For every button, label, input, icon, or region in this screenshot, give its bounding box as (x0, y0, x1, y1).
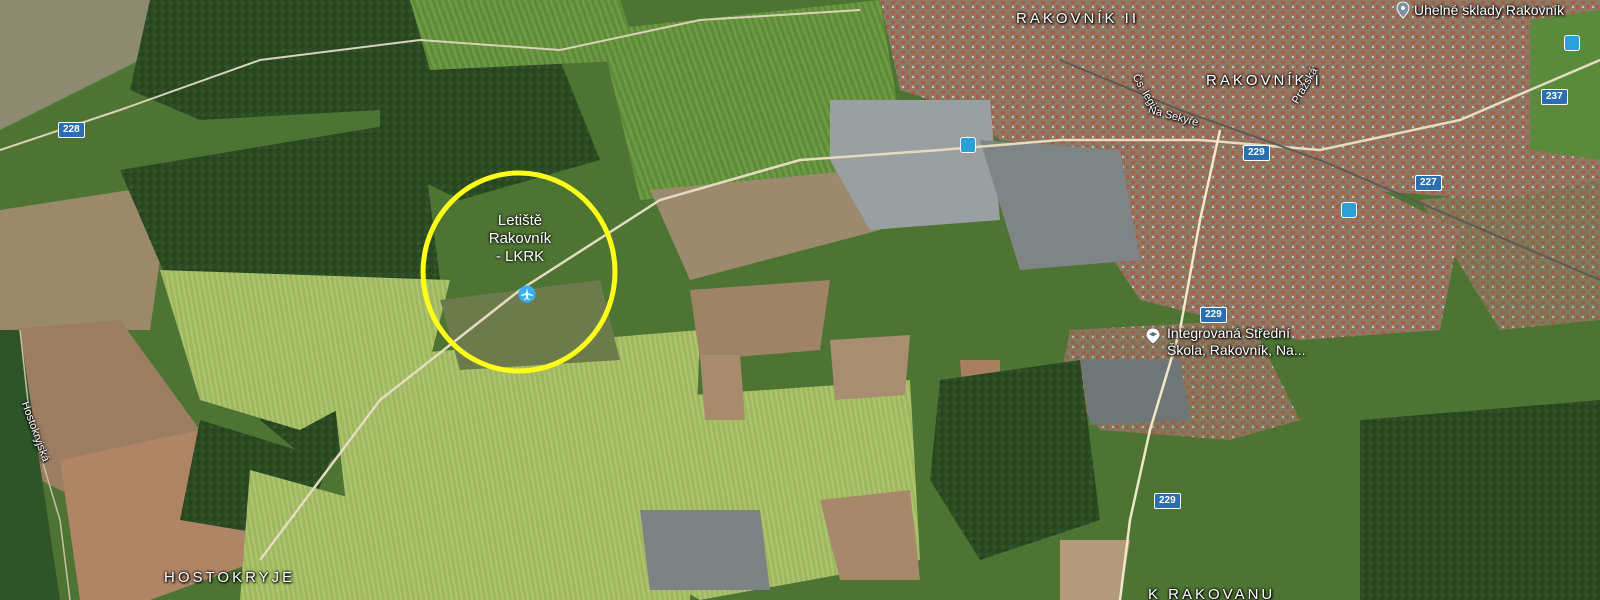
location-pin-icon[interactable] (1394, 1, 1412, 19)
route-shield-228: 228 (58, 122, 85, 138)
school-poi-label[interactable]: Integrovaná Střední Škola, Rakovník, Na.… (1167, 325, 1306, 359)
airport-icon[interactable] (518, 285, 536, 303)
school-name-line: Integrovaná Střední (1167, 325, 1290, 341)
satellite-map[interactable]: RAKOVNÍK II RAKOVNÍK I HOSTOKRYJE K RAKO… (0, 0, 1600, 600)
airport-name-line: Rakovník (488, 230, 552, 247)
route-shield-237: 237 (1541, 89, 1568, 105)
airport-name-line: - LKRK (495, 248, 545, 265)
coal-depot-label[interactable]: Uhelné sklady Rakovník (1414, 2, 1564, 19)
train-station-icon[interactable] (960, 137, 976, 153)
district-label-hostokryje: HOSTOKRYJE (164, 569, 296, 586)
route-shield-227: 227 (1415, 175, 1442, 191)
highlight-circle (420, 170, 618, 374)
train-station-icon[interactable] (1564, 35, 1580, 51)
school-pin-icon[interactable] (1144, 327, 1162, 345)
route-shield-229: 229 (1154, 493, 1181, 509)
train-station-icon[interactable] (1341, 202, 1357, 218)
airport-name-line: Letiště (497, 212, 543, 229)
airport-poi-label[interactable]: Letiště Rakovník - LKRK (470, 212, 570, 266)
school-name-line: Škola, Rakovník, Na... (1167, 342, 1306, 358)
district-label-rakovnik-ii: RAKOVNÍK II (1016, 10, 1140, 27)
route-shield-229: 229 (1243, 145, 1270, 161)
route-shield-229: 229 (1200, 307, 1227, 323)
district-label-k-rakovanu: K RAKOVANU (1148, 586, 1276, 600)
